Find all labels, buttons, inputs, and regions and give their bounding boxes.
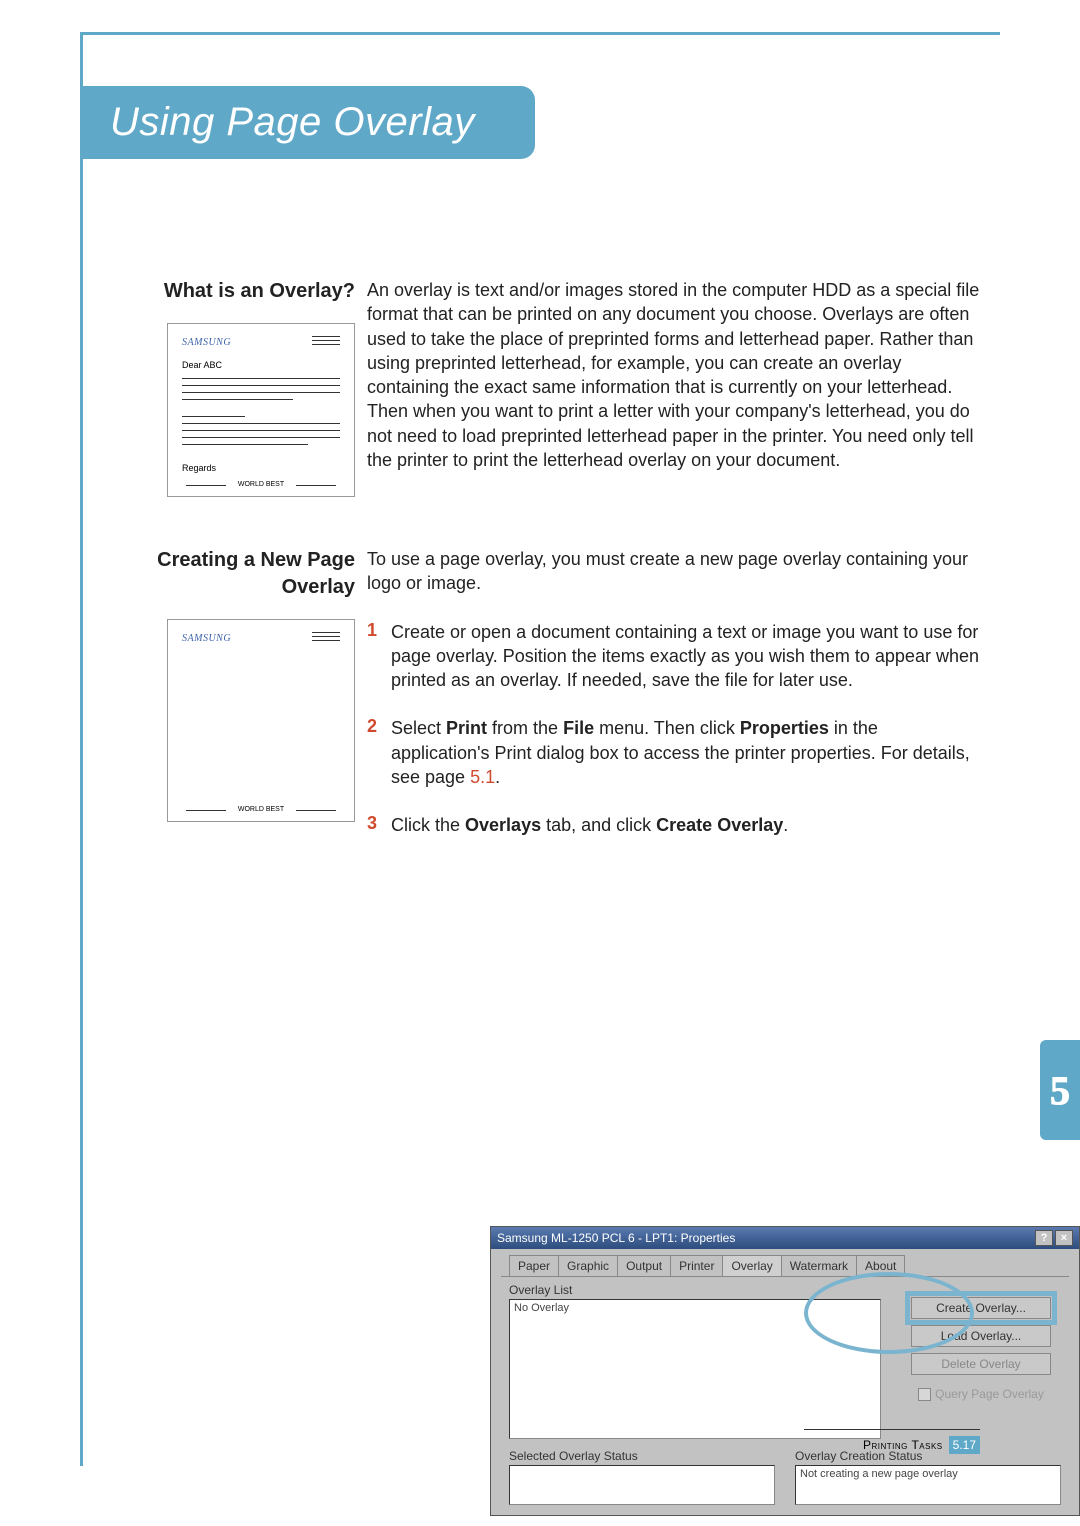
tab-paper[interactable]: Paper	[509, 1255, 559, 1276]
overlay-list-item[interactable]: No Overlay	[514, 1302, 569, 1314]
sample-footer-2: WORLD BEST	[182, 806, 340, 813]
dialog-tabs: Paper Graphic Output Printer Overlay Wat…	[491, 1249, 1079, 1276]
load-overlay-button[interactable]: Load Overlay...	[911, 1325, 1051, 1347]
dialog-title: Samsung ML-1250 PCL 6 - LPT1: Properties	[497, 1231, 735, 1245]
footer-label: Printing Tasks	[863, 1438, 943, 1452]
checkbox-icon[interactable]	[918, 1388, 931, 1401]
illustration-overlay-letter: SAMSUNG Dear ABC Regards WORLD BEST	[167, 323, 355, 497]
dialog-titlebar: Samsung ML-1250 PCL 6 - LPT1: Properties…	[491, 1227, 1079, 1249]
step-3-text: Click the Overlays tab, and click Create…	[391, 813, 788, 837]
create-overlay-button[interactable]: Create Overlay...	[911, 1297, 1051, 1319]
sample-bars-icon-2	[312, 632, 340, 644]
step-1-text: Create or open a document containing a t…	[391, 620, 980, 693]
step-number: 2	[367, 716, 391, 789]
step-3: 3 Click the Overlays tab, and click Crea…	[367, 813, 980, 837]
query-page-overlay-checkbox[interactable]: Query Page Overlay	[918, 1387, 1044, 1401]
overlay-list-label: Overlay List	[509, 1283, 881, 1297]
creating-intro: To use a page overlay, you must create a…	[367, 547, 980, 596]
sample-brand-2: SAMSUNG	[182, 633, 231, 644]
selected-overlay-status-label: Selected Overlay Status	[509, 1449, 775, 1463]
section-heading-creating: Creating a New Page Overlay	[135, 547, 355, 601]
overlay-creation-status: Not creating a new page overlay	[795, 1465, 1061, 1505]
step-2-text: Select Print from the File menu. Then cl…	[391, 716, 980, 789]
close-button[interactable]: ×	[1055, 1230, 1073, 1246]
chapter-tab: 5	[1040, 1040, 1080, 1140]
help-button[interactable]: ?	[1035, 1230, 1053, 1246]
selected-overlay-status	[509, 1465, 775, 1505]
overlay-list[interactable]: No Overlay	[509, 1299, 881, 1439]
step-number: 1	[367, 620, 391, 693]
tab-output[interactable]: Output	[617, 1255, 671, 1276]
step-number: 3	[367, 813, 391, 837]
step-1: 1 Create or open a document containing a…	[367, 620, 980, 693]
sample-footer: WORLD BEST	[182, 481, 340, 488]
footer-rule	[804, 1429, 980, 1430]
properties-dialog-screenshot: Samsung ML-1250 PCL 6 - LPT1: Properties…	[490, 1226, 1080, 1516]
page-title: Using Page Overlay	[110, 100, 475, 144]
sample-brand: SAMSUNG	[182, 337, 231, 348]
tab-graphic[interactable]: Graphic	[558, 1255, 618, 1276]
tab-about[interactable]: About	[856, 1255, 905, 1276]
sample-signoff: Regards	[182, 463, 340, 473]
tab-overlay[interactable]: Overlay	[722, 1255, 781, 1276]
footer-page-number: 5.17	[949, 1436, 980, 1454]
sample-bars-icon	[312, 336, 340, 348]
chapter-number: 5	[1050, 1067, 1070, 1114]
sample-greeting: Dear ABC	[182, 360, 340, 370]
section-heading-what-is: What is an Overlay?	[135, 278, 355, 305]
title-tab: Using Page Overlay	[80, 86, 517, 159]
delete-overlay-button[interactable]: Delete Overlay	[911, 1353, 1051, 1375]
overlay-definition-text: An overlay is text and/or images stored …	[367, 278, 980, 472]
page-footer: Printing Tasks 5.17	[863, 1436, 980, 1454]
page-ref-5-1[interactable]: 5.1	[470, 767, 495, 787]
tab-printer[interactable]: Printer	[670, 1255, 723, 1276]
step-2: 2 Select Print from the File menu. Then …	[367, 716, 980, 789]
illustration-letterhead-only: SAMSUNG WORLD BEST	[167, 619, 355, 822]
tab-watermark[interactable]: Watermark	[781, 1255, 857, 1276]
